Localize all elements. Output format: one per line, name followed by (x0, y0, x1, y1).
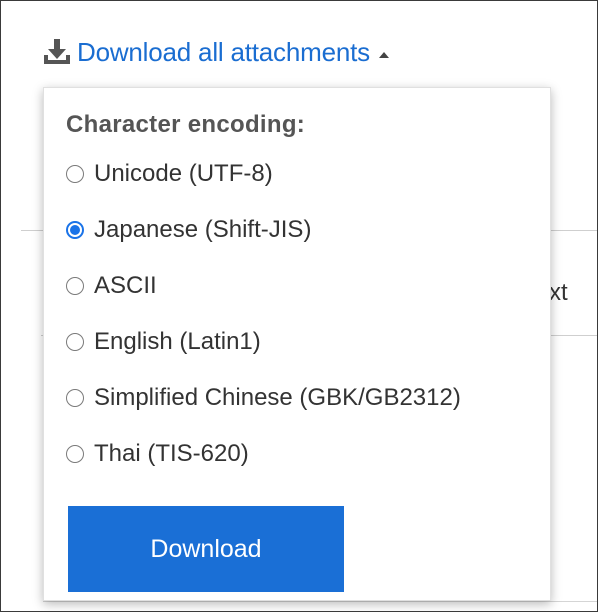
radio-button-selected[interactable] (66, 221, 84, 239)
radio-button[interactable] (66, 165, 84, 183)
background-partial-text: xt (549, 279, 568, 306)
encoding-option-label: ASCII (94, 272, 157, 299)
download-button[interactable]: Download (68, 506, 344, 592)
encoding-option-shift-jis[interactable]: Japanese (Shift-JIS) (66, 215, 311, 245)
download-all-label: Download all attachments (77, 37, 370, 67)
encoding-option-label: English (Latin1) (94, 328, 261, 355)
download-icon (41, 36, 73, 68)
popup-title: Character encoding: (66, 111, 306, 138)
encoding-option-tis620[interactable]: Thai (TIS-620) (66, 439, 249, 469)
screenshot-frame: xt Download all attachments Character en… (0, 0, 598, 612)
background-divider (43, 601, 597, 602)
radio-button[interactable] (66, 333, 84, 351)
caret-up-icon (378, 47, 390, 58)
encoding-option-label: Japanese (Shift-JIS) (94, 216, 312, 243)
character-encoding-popup: Character encoding: Unicode (UTF-8) Japa… (43, 87, 551, 601)
radio-button[interactable] (66, 277, 84, 295)
encoding-option-gbk[interactable]: Simplified Chinese (GBK/GB2312) (66, 383, 461, 413)
encoding-option-label: Unicode (UTF-8) (94, 160, 273, 187)
encoding-option-utf8[interactable]: Unicode (UTF-8) (66, 159, 273, 189)
encoding-option-latin1[interactable]: English (Latin1) (66, 327, 261, 357)
encoding-option-ascii[interactable]: ASCII (66, 271, 157, 301)
radio-button[interactable] (66, 389, 84, 407)
encoding-option-label: Simplified Chinese (GBK/GB2312) (94, 384, 461, 411)
radio-button[interactable] (66, 445, 84, 463)
encoding-option-label: Thai (TIS-620) (94, 440, 249, 467)
download-all-attachments-link[interactable]: Download all attachments (41, 36, 390, 68)
